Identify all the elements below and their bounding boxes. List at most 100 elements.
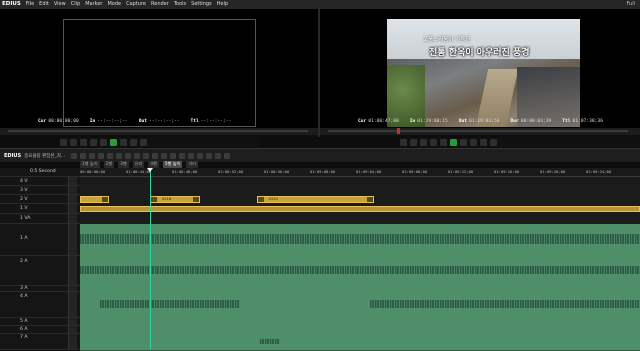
mixer-icon[interactable] bbox=[188, 152, 195, 159]
title-icon[interactable] bbox=[179, 152, 186, 159]
track-toggle[interactable] bbox=[68, 292, 77, 317]
track-toggle[interactable] bbox=[68, 224, 77, 255]
render-icon[interactable] bbox=[197, 152, 204, 159]
menu-render[interactable]: Render bbox=[151, 0, 169, 9]
track-toggle[interactable] bbox=[68, 334, 77, 349]
undo-icon[interactable] bbox=[98, 152, 105, 159]
menu-marker[interactable]: Marker bbox=[85, 0, 102, 9]
subtab-5[interactable]: 4행 bbox=[148, 161, 159, 168]
delete-icon[interactable] bbox=[143, 152, 150, 159]
rec-rewind-button[interactable] bbox=[440, 138, 447, 146]
track-toggle[interactable] bbox=[68, 286, 77, 291]
new-sequence-icon[interactable] bbox=[71, 152, 78, 159]
track-toggle[interactable] bbox=[68, 318, 77, 325]
timeline-ruler[interactable]: 00:08:00;00 01:08:44;00 01:08:48;00 01:0… bbox=[80, 168, 640, 177]
prev-frame-button[interactable] bbox=[80, 138, 87, 146]
forward-button[interactable] bbox=[120, 138, 127, 146]
recorder-scrubber[interactable] bbox=[320, 128, 640, 135]
menu-mode[interactable]: Mode bbox=[107, 0, 121, 9]
menu-help[interactable]: Help bbox=[217, 0, 228, 9]
rec-stop-button[interactable] bbox=[430, 138, 437, 146]
track-toggle[interactable] bbox=[68, 204, 77, 213]
title-clip[interactable] bbox=[80, 196, 109, 203]
rec-set-out-button[interactable] bbox=[410, 138, 417, 146]
next-frame-button[interactable] bbox=[130, 138, 137, 146]
scale-label[interactable]: 0.5 Second bbox=[30, 169, 56, 174]
title-clip[interactable]: 0221 bbox=[257, 196, 374, 203]
audio-track[interactable] bbox=[80, 334, 640, 351]
redo-icon[interactable] bbox=[107, 152, 114, 159]
save-icon[interactable] bbox=[89, 152, 96, 159]
track-toggle[interactable] bbox=[68, 177, 77, 185]
track-toggle[interactable] bbox=[68, 326, 77, 333]
track-header[interactable]: 4 V bbox=[0, 177, 80, 186]
recorder-out: Out 01:19:03;54 bbox=[459, 119, 500, 126]
track-toggle[interactable] bbox=[68, 186, 77, 194]
set-out-button[interactable] bbox=[70, 138, 77, 146]
rec-prev-button[interactable] bbox=[420, 138, 427, 146]
sequence-name[interactable]: 중요클립 편집본_최... bbox=[24, 153, 65, 159]
menu-clip[interactable]: Clip bbox=[71, 0, 80, 9]
track-header[interactable]: 4 A bbox=[0, 292, 80, 318]
menu-settings[interactable]: Settings bbox=[191, 0, 212, 9]
track-toggle[interactable] bbox=[68, 214, 77, 223]
track-header[interactable]: 6 A bbox=[0, 326, 80, 334]
rec-export-button[interactable] bbox=[490, 138, 497, 146]
menu-view[interactable]: View bbox=[54, 0, 66, 9]
menu-edit[interactable]: Edit bbox=[39, 0, 49, 9]
stop-button[interactable] bbox=[90, 138, 97, 146]
audio-track[interactable] bbox=[80, 256, 640, 287]
audio-track[interactable] bbox=[80, 292, 640, 319]
open-icon[interactable] bbox=[80, 152, 87, 159]
set-in-button[interactable] bbox=[60, 138, 67, 146]
video-clip[interactable] bbox=[80, 206, 640, 212]
track-toggle[interactable] bbox=[68, 256, 77, 285]
audio-track[interactable] bbox=[80, 224, 640, 257]
timeline-playhead[interactable] bbox=[150, 168, 151, 350]
timeline-tracks[interactable]: 0216 0221 bbox=[80, 177, 640, 351]
split-icon[interactable] bbox=[152, 152, 159, 159]
title-clip[interactable]: 0216 bbox=[150, 196, 200, 203]
rec-set-in-button[interactable] bbox=[400, 138, 407, 146]
recorder-transport bbox=[400, 137, 640, 147]
paste-icon[interactable] bbox=[134, 152, 141, 159]
subtab-6[interactable]: 5행 높이 bbox=[162, 161, 183, 168]
player-scrubber[interactable] bbox=[0, 128, 318, 135]
subtab-4[interactable]: 유지 bbox=[132, 161, 145, 168]
track-header[interactable]: 5 A bbox=[0, 318, 80, 326]
track-header[interactable]: 1 A bbox=[0, 224, 80, 256]
subtab-7[interactable]: 기타 bbox=[186, 161, 199, 168]
track-header[interactable]: 3 V bbox=[0, 186, 80, 195]
copy-icon[interactable] bbox=[125, 152, 132, 159]
track-header[interactable]: 7 A bbox=[0, 334, 80, 350]
zoom-icon[interactable] bbox=[224, 152, 231, 159]
ripple-icon[interactable] bbox=[161, 152, 168, 159]
marker-icon[interactable] bbox=[206, 152, 213, 159]
track-header[interactable]: 1 V bbox=[0, 204, 80, 214]
cut-icon[interactable] bbox=[116, 152, 123, 159]
track-header[interactable]: 2 V bbox=[0, 195, 80, 204]
menu-capture[interactable]: Capture bbox=[126, 0, 146, 9]
recorder-position-marker[interactable] bbox=[397, 128, 400, 134]
track-toggle[interactable] bbox=[68, 195, 77, 203]
snap-icon[interactable] bbox=[215, 152, 222, 159]
clip-end-cap bbox=[367, 197, 373, 202]
audio-waveform bbox=[80, 266, 640, 274]
rec-forward-button[interactable] bbox=[460, 138, 467, 146]
rec-play-button[interactable] bbox=[450, 138, 457, 146]
menu-tools[interactable]: Tools bbox=[174, 0, 186, 9]
play-button[interactable] bbox=[110, 138, 117, 146]
subtab-3[interactable]: 3행 bbox=[118, 161, 129, 168]
sync-icon[interactable] bbox=[170, 152, 177, 159]
subtab-2[interactable]: 2행 bbox=[103, 161, 115, 168]
menu-file[interactable]: File bbox=[26, 0, 34, 9]
track-header[interactable]: 1 VA bbox=[0, 214, 80, 224]
loop-button[interactable] bbox=[140, 138, 147, 146]
rec-loop-button[interactable] bbox=[480, 138, 487, 146]
playhead-handle[interactable] bbox=[147, 168, 153, 172]
rewind-button[interactable] bbox=[100, 138, 107, 146]
track-header[interactable]: 2 A bbox=[0, 256, 80, 286]
subtab-1[interactable]: 1행 높이 bbox=[80, 161, 100, 168]
rec-next-button[interactable] bbox=[470, 138, 477, 146]
window-mode[interactable]: Full bbox=[626, 0, 635, 9]
